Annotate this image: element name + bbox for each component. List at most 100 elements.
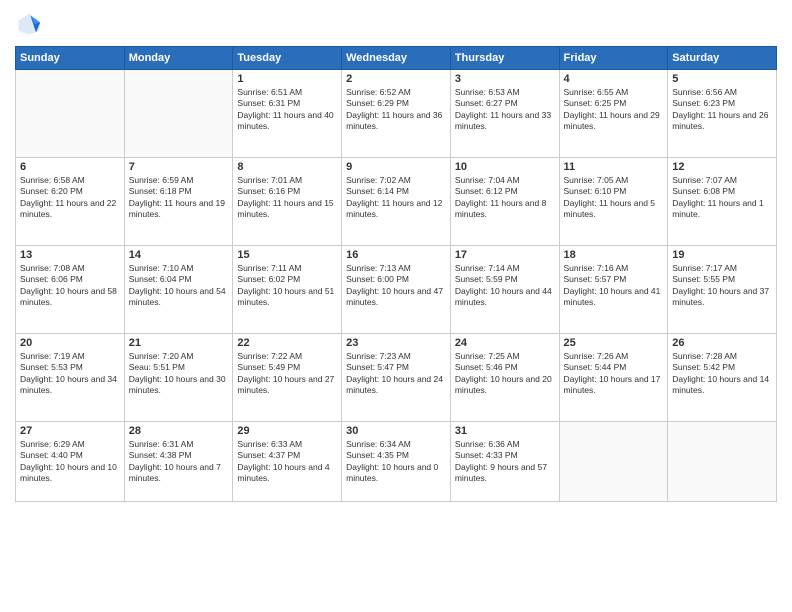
day-number: 7	[129, 161, 229, 173]
cell-content: Sunrise: 7:07 AM Sunset: 6:08 PM Dayligh…	[672, 175, 772, 221]
calendar-cell: 20 Sunrise: 7:19 AM Sunset: 5:53 PM Dayli…	[16, 334, 125, 422]
calendar-table: SundayMondayTuesdayWednesdayThursdayFrid…	[15, 46, 777, 502]
day-number: 30	[346, 425, 446, 437]
cell-content: Sunrise: 7:23 AM Sunset: 5:47 PM Dayligh…	[346, 351, 446, 397]
day-number: 12	[672, 161, 772, 173]
calendar-cell: 28 Sunrise: 6:31 AM Sunset: 4:38 PM Dayli…	[124, 422, 233, 502]
cell-content: Sunrise: 7:26 AM Sunset: 5:44 PM Dayligh…	[564, 351, 664, 397]
calendar-cell: 15 Sunrise: 7:11 AM Sunset: 6:02 PM Dayli…	[233, 246, 342, 334]
day-of-week-tuesday: Tuesday	[233, 47, 342, 70]
calendar-cell: 14 Sunrise: 7:10 AM Sunset: 6:04 PM Dayli…	[124, 246, 233, 334]
calendar-cell: 19 Sunrise: 7:17 AM Sunset: 5:55 PM Dayli…	[668, 246, 777, 334]
cell-content: Sunrise: 6:55 AM Sunset: 6:25 PM Dayligh…	[564, 87, 664, 133]
day-number: 15	[237, 249, 337, 261]
week-row-5: 27Sunrise: 6:29 AM Sunset: 4:40 PM Dayli…	[16, 422, 777, 502]
cell-content: Sunrise: 7:14 AM Sunset: 5:59 PM Dayligh…	[455, 263, 555, 309]
cell-content: Sunrise: 6:31 AM Sunset: 4:38 PM Dayligh…	[129, 439, 229, 485]
day-number: 20	[20, 337, 120, 349]
cell-content: Sunrise: 6:52 AM Sunset: 6:29 PM Dayligh…	[346, 87, 446, 133]
cell-content: Sunrise: 6:29 AM Sunset: 4:40 PM Dayligh…	[20, 439, 120, 485]
day-number: 10	[455, 161, 555, 173]
day-of-week-wednesday: Wednesday	[342, 47, 451, 70]
day-number: 13	[20, 249, 120, 261]
day-number: 18	[564, 249, 664, 261]
day-number: 8	[237, 161, 337, 173]
calendar-cell: 10 Sunrise: 7:04 AM Sunset: 6:12 PM Dayli…	[450, 158, 559, 246]
calendar-cell	[668, 422, 777, 502]
day-number: 16	[346, 249, 446, 261]
day-number: 17	[455, 249, 555, 261]
calendar-cell: 11 Sunrise: 7:05 AM Sunset: 6:10 PM Dayli…	[559, 158, 668, 246]
logo-icon	[15, 10, 43, 38]
calendar-header-row: SundayMondayTuesdayWednesdayThursdayFrid…	[16, 47, 777, 70]
calendar-cell: 8 Sunrise: 7:01 AM Sunset: 6:16 PM Daylig…	[233, 158, 342, 246]
calendar-cell: 5 Sunrise: 6:56 AM Sunset: 6:23 PM Daylig…	[668, 70, 777, 158]
day-number: 31	[455, 425, 555, 437]
day-number: 22	[237, 337, 337, 349]
calendar-cell: 22 Sunrise: 7:22 AM Sunset: 5:49 PM Dayli…	[233, 334, 342, 422]
cell-content: Sunrise: 7:20 AM Seau: 5:51 PM Daylight:…	[129, 351, 229, 397]
calendar-cell: 2 Sunrise: 6:52 AM Sunset: 6:29 PM Daylig…	[342, 70, 451, 158]
calendar-cell: 18 Sunrise: 7:16 AM Sunset: 5:57 PM Dayli…	[559, 246, 668, 334]
cell-content: Sunrise: 6:56 AM Sunset: 6:23 PM Dayligh…	[672, 87, 772, 133]
day-number: 14	[129, 249, 229, 261]
day-number: 25	[564, 337, 664, 349]
calendar-cell: 3 Sunrise: 6:53 AM Sunset: 6:27 PM Daylig…	[450, 70, 559, 158]
calendar-cell: 16 Sunrise: 7:13 AM Sunset: 6:00 PM Dayli…	[342, 246, 451, 334]
calendar-cell: 7Sunrise: 6:59 AM Sunset: 6:18 PM Daylig…	[124, 158, 233, 246]
cell-content: Sunrise: 6:33 AM Sunset: 4:37 PM Dayligh…	[237, 439, 337, 485]
day-of-week-thursday: Thursday	[450, 47, 559, 70]
cell-content: Sunrise: 6:58 AM Sunset: 6:20 PM Dayligh…	[20, 175, 120, 221]
calendar-cell: 27Sunrise: 6:29 AM Sunset: 4:40 PM Dayli…	[16, 422, 125, 502]
week-row-2: 6 Sunrise: 6:58 AM Sunset: 6:20 PM Daylig…	[16, 158, 777, 246]
day-of-week-friday: Friday	[559, 47, 668, 70]
calendar-cell: 26 Sunrise: 7:28 AM Sunset: 5:42 PM Dayli…	[668, 334, 777, 422]
calendar-cell: 31Sunrise: 6:36 AM Sunset: 4:33 PM Dayli…	[450, 422, 559, 502]
logo	[15, 10, 47, 38]
cell-content: Sunrise: 7:16 AM Sunset: 5:57 PM Dayligh…	[564, 263, 664, 309]
day-number: 11	[564, 161, 664, 173]
cell-content: Sunrise: 6:53 AM Sunset: 6:27 PM Dayligh…	[455, 87, 555, 133]
cell-content: Sunrise: 7:25 AM Sunset: 5:46 PM Dayligh…	[455, 351, 555, 397]
cell-content: Sunrise: 6:51 AM Sunset: 6:31 PM Dayligh…	[237, 87, 337, 133]
calendar-cell	[124, 70, 233, 158]
calendar-cell: 29 Sunrise: 6:33 AM Sunset: 4:37 PM Dayli…	[233, 422, 342, 502]
week-row-4: 20 Sunrise: 7:19 AM Sunset: 5:53 PM Dayli…	[16, 334, 777, 422]
calendar-cell: 6 Sunrise: 6:58 AM Sunset: 6:20 PM Daylig…	[16, 158, 125, 246]
day-number: 23	[346, 337, 446, 349]
day-number: 29	[237, 425, 337, 437]
day-number: 2	[346, 73, 446, 85]
day-number: 24	[455, 337, 555, 349]
cell-content: Sunrise: 7:11 AM Sunset: 6:02 PM Dayligh…	[237, 263, 337, 309]
calendar-cell: 13Sunrise: 7:08 AM Sunset: 6:06 PM Dayli…	[16, 246, 125, 334]
calendar-cell: 25 Sunrise: 7:26 AM Sunset: 5:44 PM Dayli…	[559, 334, 668, 422]
cell-content: Sunrise: 7:22 AM Sunset: 5:49 PM Dayligh…	[237, 351, 337, 397]
day-number: 21	[129, 337, 229, 349]
calendar-cell: 1Sunrise: 6:51 AM Sunset: 6:31 PM Daylig…	[233, 70, 342, 158]
week-row-1: 1Sunrise: 6:51 AM Sunset: 6:31 PM Daylig…	[16, 70, 777, 158]
cell-content: Sunrise: 7:01 AM Sunset: 6:16 PM Dayligh…	[237, 175, 337, 221]
day-number: 5	[672, 73, 772, 85]
day-number: 26	[672, 337, 772, 349]
calendar-cell: 12 Sunrise: 7:07 AM Sunset: 6:08 PM Dayli…	[668, 158, 777, 246]
cell-content: Sunrise: 7:04 AM Sunset: 6:12 PM Dayligh…	[455, 175, 555, 221]
calendar-cell: 21 Sunrise: 7:20 AM Seau: 5:51 PM Dayligh…	[124, 334, 233, 422]
calendar-cell: 9Sunrise: 7:02 AM Sunset: 6:14 PM Daylig…	[342, 158, 451, 246]
cell-content: Sunrise: 7:17 AM Sunset: 5:55 PM Dayligh…	[672, 263, 772, 309]
day-number: 6	[20, 161, 120, 173]
page: SundayMondayTuesdayWednesdayThursdayFrid…	[0, 0, 792, 612]
calendar-cell	[559, 422, 668, 502]
cell-content: Sunrise: 7:13 AM Sunset: 6:00 PM Dayligh…	[346, 263, 446, 309]
day-of-week-sunday: Sunday	[16, 47, 125, 70]
cell-content: Sunrise: 6:34 AM Sunset: 4:35 PM Dayligh…	[346, 439, 446, 485]
calendar-cell: 17 Sunrise: 7:14 AM Sunset: 5:59 PM Dayli…	[450, 246, 559, 334]
cell-content: Sunrise: 7:19 AM Sunset: 5:53 PM Dayligh…	[20, 351, 120, 397]
day-number: 28	[129, 425, 229, 437]
cell-content: Sunrise: 7:05 AM Sunset: 6:10 PM Dayligh…	[564, 175, 664, 221]
calendar-cell: 4Sunrise: 6:55 AM Sunset: 6:25 PM Daylig…	[559, 70, 668, 158]
cell-content: Sunrise: 7:28 AM Sunset: 5:42 PM Dayligh…	[672, 351, 772, 397]
day-number: 3	[455, 73, 555, 85]
cell-content: Sunrise: 7:02 AM Sunset: 6:14 PM Dayligh…	[346, 175, 446, 221]
day-number: 19	[672, 249, 772, 261]
cell-content: Sunrise: 7:10 AM Sunset: 6:04 PM Dayligh…	[129, 263, 229, 309]
